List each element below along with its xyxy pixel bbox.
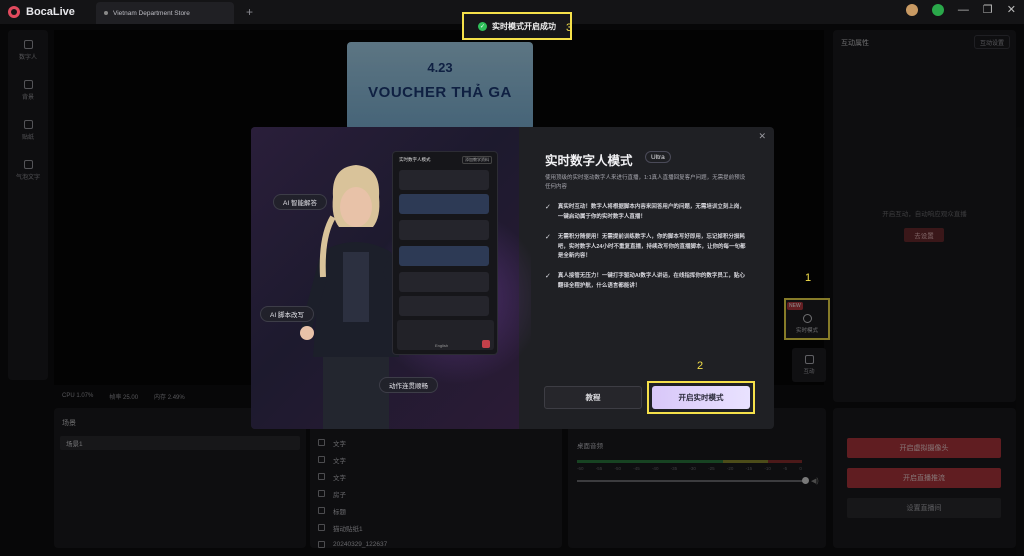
chat-bubble [399, 220, 489, 240]
chat-preview-input: English [397, 320, 494, 350]
feature-text: 真实时互动！数字人将根据脚本内容来回答用户的问题，无需培训立刻上岗，一键启动属于… [557, 204, 745, 220]
realtime-mode-dialog: 实时数字人模式 添加教学资料 English AI 智能解答 AI 脚本改写 动… [251, 127, 774, 429]
feature-tag: 动作连贯顺畅 [379, 377, 438, 393]
feature-item: ✓ 真人接管无压力！一键打字驱动AI数字人讲话，在线指挥你的数字员工，贴心翻译全… [545, 272, 750, 291]
send-icon [482, 340, 490, 348]
dialog-illustration: 实时数字人模式 添加教学资料 English AI 智能解答 AI 脚本改写 动… [251, 127, 531, 429]
chat-language: English [435, 343, 449, 348]
annotation-number-3: 3 [566, 22, 573, 34]
tab-vietnam-department-store[interactable]: Vietnam Department Store [96, 2, 234, 24]
close-icon[interactable]: ✕ [758, 131, 766, 142]
tutorial-button[interactable]: 教程 [544, 386, 642, 409]
feature-text: 无需积分随便用！无需提前训练数字人，你的脚本写好即用，忘记掉积分损耗吧，实时数字… [557, 234, 746, 259]
feature-item: ✓ 无需积分随便用！无需提前训练数字人，你的脚本写好即用，忘记掉积分损耗吧，实时… [545, 233, 750, 262]
chat-bubble [399, 170, 489, 190]
success-toast: ✓ 实时模式开启成功 [462, 12, 572, 40]
feature-tag: AI 智能解答 [273, 194, 327, 210]
feature-text: 真人接管无压力！一键打字驱动AI数字人讲话，在线指挥你的数字员工，贴心翻译全程护… [557, 273, 745, 289]
feature-tag: AI 脚本改写 [260, 306, 314, 322]
ultra-badge: Ultra [645, 151, 671, 163]
chat-preview-panel: 实时数字人模式 添加教学资料 English [392, 151, 498, 355]
toast-text: 实时模式开启成功 [492, 21, 556, 31]
dialog-title: 实时数字人模式 [545, 154, 633, 168]
app-name: BocaLive [26, 6, 75, 18]
close-window-icon[interactable]: ✕ [1007, 3, 1016, 16]
minimize-icon[interactable]: — [958, 4, 969, 16]
check-icon: ✓ [545, 204, 551, 211]
gem-icon[interactable] [905, 3, 918, 16]
tab-label: Vietnam Department Store [113, 9, 190, 17]
dialog-description: 使用顶级的实时驱动数字人来进行直播，1:1真人直播回复客户问题，无需提前预设任何… [545, 175, 746, 190]
annotation-number-2: 2 [697, 360, 704, 372]
start-button-highlight: 开启实时模式 [647, 381, 755, 414]
feature-item: ✓ 真实时互动！数字人将根据脚本内容来回答用户的问题，无需培训立刻上岗，一键启动… [545, 203, 750, 222]
chat-bubble [399, 194, 489, 214]
tab-dot-icon [104, 11, 108, 15]
success-check-icon: ✓ [478, 21, 487, 31]
account-badge-icon[interactable] [931, 3, 944, 16]
chat-bubble [399, 246, 489, 266]
window-controls: — ❐ ✕ [905, 3, 1016, 16]
start-realtime-mode-button[interactable]: 开启实时模式 [652, 386, 750, 409]
annotation-number-1: 1 [805, 272, 812, 284]
chat-preview-badge: 添加教学资料 [462, 156, 492, 164]
check-icon: ✓ [545, 234, 551, 241]
dialog-content: ✕ 实时数字人模式 Ultra 使用顶级的实时驱动数字人来进行直播，1:1真人直… [519, 127, 774, 429]
restore-icon[interactable]: ❐ [983, 3, 993, 16]
app-brand: BocaLive [0, 6, 96, 18]
add-tab-icon[interactable]: + [246, 5, 253, 19]
chat-preview-title: 实时数字人模式 [399, 157, 431, 162]
chat-bubble [399, 272, 489, 292]
check-icon: ✓ [545, 273, 551, 280]
app-logo-icon [8, 6, 20, 18]
chat-bubble [399, 296, 489, 316]
